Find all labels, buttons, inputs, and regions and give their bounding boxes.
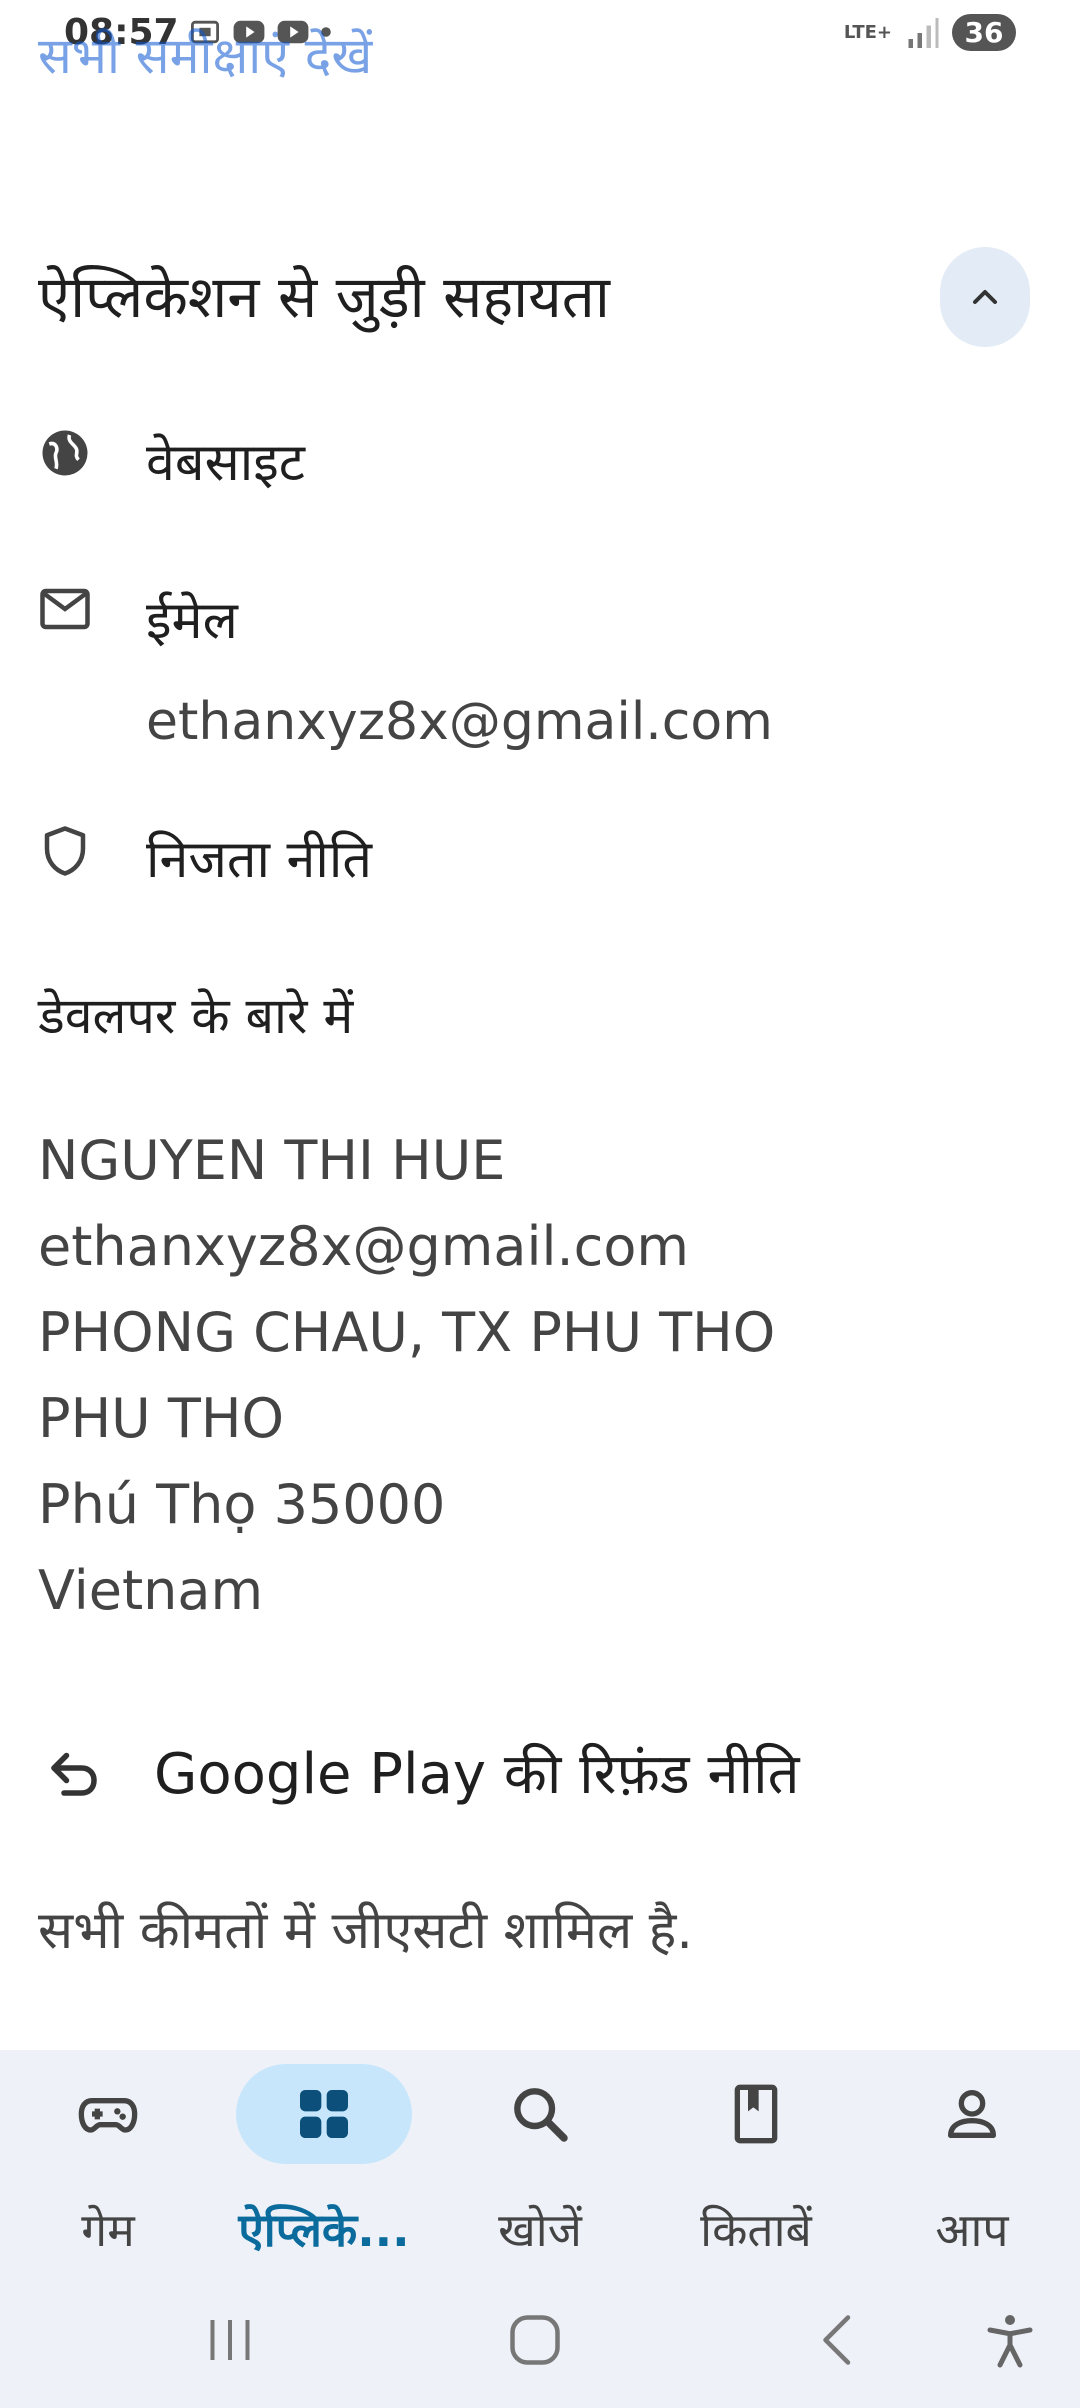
developer-name: NGUYEN THI HUE (38, 1129, 506, 1192)
support-email-value[interactable]: ethanxyz8x@gmail.com (146, 692, 773, 752)
back-button-icon[interactable] (808, 2310, 868, 2370)
nav-item-search[interactable]: खोजें (432, 2050, 648, 2270)
nav-item-apps[interactable]: ऐप्लिके... (216, 2050, 432, 2270)
search-icon (514, 2088, 568, 2142)
mail-icon (40, 588, 90, 630)
nav-label-games: गेम (81, 2203, 135, 2257)
status-right: LTE+ 36 (844, 14, 1016, 51)
email-label[interactable]: ईमेल (146, 583, 238, 654)
developer-address-line-1: PHONG CHAU, TX PHU THO (38, 1301, 776, 1364)
person-icon (948, 2090, 996, 2138)
about-developer-heading: डेवलपर के बारे में (38, 987, 354, 1045)
privacy-policy-link[interactable]: निजता नीति (146, 822, 372, 893)
collapse-button[interactable] (940, 247, 1030, 347)
developer-address-line-3: Phú Thọ 35000 (38, 1473, 446, 1536)
nav-label-you: आप (935, 2203, 1009, 2257)
see-all-reviews-link[interactable]: सभी समीक्षाएं देखें (38, 20, 372, 88)
nav-item-books[interactable]: किताबें (648, 2050, 864, 2270)
nav-item-games[interactable]: गेम (0, 2050, 216, 2270)
nav-label-search: खोजें (498, 2203, 582, 2257)
chevron-up-icon (973, 290, 997, 304)
gst-note: सभी कीमतों में जीएसटी शामिल है. (38, 1901, 693, 1961)
gamepad-icon (78, 2098, 138, 2133)
developer-email[interactable]: ethanxyz8x@gmail.com (38, 1204, 775, 1290)
developer-country: Vietnam (38, 1559, 264, 1622)
shield-icon (44, 826, 86, 876)
nav-label-books: किताबें (700, 2203, 812, 2257)
recent-apps-icon[interactable] (200, 2310, 260, 2370)
battery-level: 36 (952, 14, 1016, 51)
apps-icon (300, 2090, 348, 2138)
home-button-icon[interactable] (505, 2310, 565, 2370)
nav-label-apps: ऐप्लिके... (238, 2203, 410, 2257)
signal-icon (908, 17, 939, 48)
app-details-page: 08:57 LTE+ 36 सभी समीक्षाएं देखें ऐप्लिक… (0, 0, 1080, 2408)
bottom-navigation: गेम ऐप्लिके... खोजें किताबें आप (0, 2050, 1080, 2270)
developer-info: NGUYEN THI HUE ethanxyz8x@gmail.com PHON… (38, 1118, 775, 1634)
website-link[interactable]: वेबसाइट (146, 425, 305, 496)
app-support-title[interactable]: ऐप्लिकेशन से जुड़ी सहायता (38, 255, 610, 334)
developer-address-line-2: PHU THO (38, 1387, 284, 1450)
undo-arrow-icon (51, 1752, 97, 1796)
book-icon (734, 2084, 778, 2144)
refund-policy-link[interactable]: Google Play की रिफ़ंड नीति (154, 1734, 800, 1810)
globe-icon (42, 430, 88, 476)
system-navigation-bar (0, 2270, 1080, 2408)
nav-item-you[interactable]: आप (864, 2050, 1080, 2270)
accessibility-icon[interactable] (980, 2310, 1040, 2370)
network-type: LTE+ (843, 21, 892, 43)
